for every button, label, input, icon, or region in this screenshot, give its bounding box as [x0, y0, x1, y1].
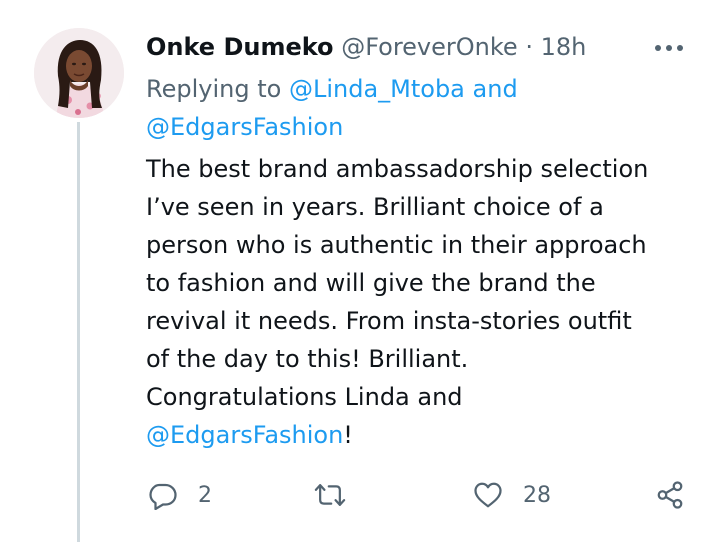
- reply-mention-and[interactable]: and: [473, 75, 518, 103]
- like-button[interactable]: 28: [473, 478, 551, 512]
- retweet-icon: [314, 484, 346, 506]
- avatar[interactable]: [34, 28, 124, 118]
- like-count: 28: [523, 482, 551, 508]
- tweet-text-line: to fashion and will give the brand the: [146, 269, 596, 297]
- body-mention-edgars[interactable]: @EdgarsFashion: [146, 421, 343, 449]
- more-horizontal-icon: [655, 45, 683, 51]
- tweet-text-line: revival it needs. From insta-stories out…: [146, 307, 632, 335]
- reply-mention-edgars[interactable]: @EdgarsFashion: [146, 113, 343, 141]
- reply-button[interactable]: 2: [148, 478, 212, 512]
- thread-connector-line: [77, 122, 80, 542]
- tweet-header: Onke Dumeko @ForeverOnke · 18h: [146, 30, 586, 64]
- body-end-punctuation: !: [343, 421, 353, 449]
- share-icon: [657, 481, 683, 509]
- tweet-text-last-line: @EdgarsFashion!: [146, 416, 686, 454]
- reply-mention-linda[interactable]: @Linda_Mtoba: [289, 75, 465, 103]
- separator-dot: ·: [525, 33, 533, 61]
- replying-prefix: Replying to: [146, 75, 282, 103]
- user-handle[interactable]: @ForeverOnke: [341, 33, 517, 61]
- tweet-text-line: person who is authentic in their approac…: [146, 231, 647, 259]
- tweet-text-line: of the day to this! Brilliant.: [146, 345, 469, 373]
- timestamp[interactable]: 18h: [541, 33, 587, 61]
- more-options-button[interactable]: [652, 36, 686, 60]
- tweet-text-line: Congratulations Linda and: [146, 383, 463, 411]
- tweet-text-line: The best brand ambassadorship selection: [146, 155, 649, 183]
- retweet-button[interactable]: [314, 478, 346, 512]
- replying-to: Replying to @Linda_Mtoba and @EdgarsFash…: [146, 70, 666, 146]
- reply-count: 2: [198, 482, 212, 508]
- share-button[interactable]: [654, 478, 686, 512]
- avatar-image: [34, 28, 124, 118]
- reply-icon: [149, 483, 177, 510]
- heart-icon: [474, 482, 502, 508]
- display-name[interactable]: Onke Dumeko: [146, 33, 334, 61]
- tweet-text: The best brand ambassadorship selection …: [146, 150, 686, 454]
- tweet-text-line: I’ve seen in years. Brilliant choice of …: [146, 193, 604, 221]
